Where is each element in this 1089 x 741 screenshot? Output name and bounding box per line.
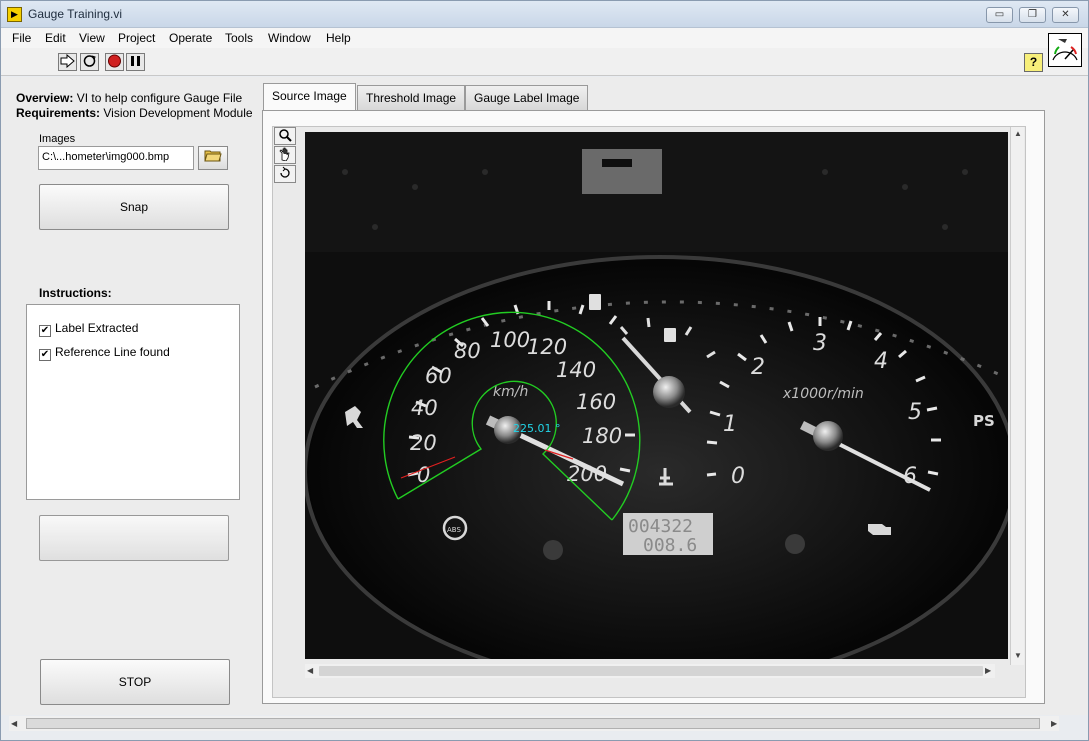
- menu-operate[interactable]: Operate: [169, 31, 212, 45]
- abort-stop-icon[interactable]: [105, 53, 124, 71]
- svg-text:ABS: ABS: [447, 526, 461, 534]
- toolbar: ?: [1, 48, 1088, 76]
- close-button[interactable]: ✕: [1052, 7, 1079, 23]
- speed-tick-120: 120: [527, 335, 567, 359]
- scroll-down-icon[interactable]: ▼: [1014, 651, 1022, 660]
- pan-hand-icon[interactable]: [274, 146, 296, 164]
- instruction-reference-line-found[interactable]: ✔ Reference Line found: [39, 345, 170, 361]
- speed-tick-180: 180: [582, 424, 622, 448]
- rpm-tick-3: 3: [813, 331, 827, 356]
- minimize-button[interactable]: ▭: [986, 7, 1013, 23]
- image-horizontal-thumb[interactable]: [319, 666, 983, 676]
- speed-tick-40: 40: [411, 396, 438, 420]
- pause-icon[interactable]: [126, 53, 145, 71]
- gauge-image[interactable]: 0 20 40 60 80 100 120 140 160 180 200 km…: [305, 132, 1008, 659]
- menu-window[interactable]: Window: [268, 31, 311, 45]
- checkbox-checked-icon[interactable]: ✔: [39, 349, 51, 361]
- folder-icon: [204, 150, 222, 165]
- rpm-unit-label: x1000r/min: [782, 386, 864, 402]
- tab-content-source-image: 0 20 40 60 80 100 120 140 160 180 200 km…: [262, 110, 1045, 704]
- rpm-tick-2: 2: [751, 355, 765, 380]
- checkbox-checked-icon[interactable]: ✔: [39, 325, 51, 337]
- stop-button[interactable]: STOP: [40, 659, 230, 705]
- context-help-button[interactable]: ?: [1024, 53, 1043, 72]
- run-continuously-icon[interactable]: [80, 53, 99, 71]
- scroll-left-icon[interactable]: ◀: [11, 719, 17, 728]
- image-tool-palette: [274, 127, 298, 185]
- panel-horizontal-scrollbar[interactable]: ◀ ▶: [9, 716, 1059, 731]
- rpm-tick-4: 4: [874, 349, 888, 374]
- image-display: 0 20 40 60 80 100 120 140 160 180 200 km…: [272, 126, 1026, 698]
- speed-tick-60: 60: [425, 364, 452, 388]
- blank-button[interactable]: [39, 515, 229, 561]
- instruction-label-extracted[interactable]: ✔ Label Extracted: [39, 321, 138, 337]
- images-label: Images: [39, 133, 76, 145]
- tab-threshold-image[interactable]: Threshold Image: [357, 85, 466, 110]
- rpm-tick-5: 5: [908, 400, 922, 425]
- tab-source-image[interactable]: Source Image: [263, 83, 356, 111]
- ps-indicator: PS: [973, 412, 995, 430]
- scroll-right-icon[interactable]: ▶: [1051, 719, 1057, 728]
- scroll-left-icon[interactable]: ◀: [307, 666, 313, 675]
- labview-window: ▶ Gauge Training.vi ▭ ❐ ✕ File Edit View…: [0, 0, 1089, 741]
- overview-text: Overview: VI to help configure Gauge Fil…: [16, 91, 253, 120]
- image-path-field[interactable]: C:\...hometer\img000.bmp: [38, 146, 194, 170]
- menu-help[interactable]: Help: [326, 31, 351, 45]
- scroll-right-icon[interactable]: ▶: [985, 666, 991, 675]
- scroll-up-icon[interactable]: ▲: [1014, 129, 1022, 138]
- menu-edit[interactable]: Edit: [45, 31, 66, 45]
- browse-folder-button[interactable]: [198, 146, 228, 170]
- snap-button[interactable]: Snap: [39, 184, 229, 230]
- speed-unit-label: km/h: [493, 384, 528, 400]
- window-title: Gauge Training.vi: [28, 7, 123, 21]
- speed-tick-20: 20: [410, 431, 437, 455]
- run-arrow-icon[interactable]: [58, 53, 77, 71]
- labview-app-icon: ▶: [7, 7, 22, 22]
- vi-icon: [1048, 33, 1082, 67]
- zoom-icon[interactable]: [274, 127, 296, 145]
- trip-readout: 008.6: [643, 535, 697, 556]
- menu-tools[interactable]: Tools: [225, 31, 253, 45]
- angle-readout: 225.01 °: [513, 422, 561, 435]
- odometer-readout: 004322: [628, 516, 693, 537]
- image-horizontal-scrollbar[interactable]: ◀ ▶: [305, 664, 995, 678]
- panel-scroll-thumb[interactable]: [26, 718, 1040, 729]
- rpm-tick-1: 1: [723, 412, 737, 437]
- title-bar[interactable]: ▶ Gauge Training.vi ▭ ❐ ✕: [1, 1, 1088, 28]
- front-panel: Overview: VI to help configure Gauge Fil…: [1, 77, 1088, 731]
- rpm-tick-0: 0: [731, 464, 745, 489]
- speed-tick-80: 80: [454, 339, 481, 363]
- menu-bar: File Edit View Project Operate Tools Win…: [1, 28, 1088, 48]
- restore-button[interactable]: ❐: [1019, 7, 1046, 23]
- speed-tick-100: 100: [490, 328, 530, 352]
- tab-gauge-label-image[interactable]: Gauge Label Image: [465, 85, 589, 110]
- instructions-list: ✔ Label Extracted ✔ Reference Line found: [26, 304, 240, 500]
- speed-tick-140: 140: [556, 358, 596, 382]
- image-vertical-scrollbar[interactable]: ▲ ▼: [1010, 127, 1024, 665]
- instructions-label: Instructions:: [39, 286, 112, 300]
- menu-view[interactable]: View: [79, 31, 105, 45]
- menu-file[interactable]: File: [12, 31, 31, 45]
- menu-project[interactable]: Project: [118, 31, 155, 45]
- speed-tick-160: 160: [576, 390, 616, 414]
- rotate-icon[interactable]: [274, 165, 296, 183]
